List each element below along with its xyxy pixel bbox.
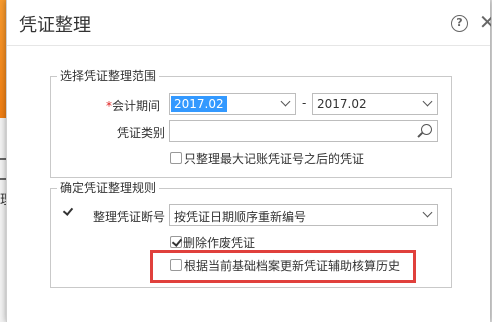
delete-void-checkbox[interactable] (170, 236, 182, 248)
search-icon[interactable] (421, 124, 432, 135)
only-after-max-checkbox[interactable] (170, 152, 182, 164)
chevron-down-icon (280, 96, 291, 107)
break-rule-value: 按凭证日期顺序重新编号 (174, 210, 307, 224)
period-to-value: 2017.02 (317, 97, 367, 111)
period-label-text: 会计期间 (112, 99, 161, 113)
period-label: *会计期间 (106, 97, 160, 114)
voucher-type-input[interactable] (169, 120, 438, 142)
range-group-legend: 选择凭证整理范围 (57, 69, 160, 83)
break-enable-checkbox[interactable] (62, 206, 74, 218)
highlight-annotation-box (150, 250, 416, 283)
rules-group-legend: 确定凭证整理规则 (57, 181, 160, 195)
chevron-down-icon (422, 96, 433, 107)
period-from-value: 2017.02 (171, 96, 227, 112)
dialog-header: 凭证整理 ? ✕ (7, 0, 491, 46)
dialog-title: 凭证整理 (19, 15, 91, 36)
period-to-select[interactable]: 2017.02 (312, 93, 438, 115)
only-after-max-label: 只整理最大记账凭证号之后的凭证 (184, 152, 365, 166)
close-icon[interactable]: ✕ (479, 10, 491, 34)
period-from-select[interactable]: 2017.02 (169, 93, 296, 115)
voucher-type-label: 凭证类别 (117, 126, 166, 140)
help-icon[interactable]: ? (451, 15, 468, 32)
break-rule-select[interactable]: 按凭证日期顺序重新编号 (169, 204, 438, 226)
break-label: 整理凭证断号 (93, 210, 166, 224)
period-separator: - (302, 96, 307, 110)
chevron-down-icon (422, 207, 433, 218)
delete-void-label: 删除作废凭证 (183, 236, 256, 250)
